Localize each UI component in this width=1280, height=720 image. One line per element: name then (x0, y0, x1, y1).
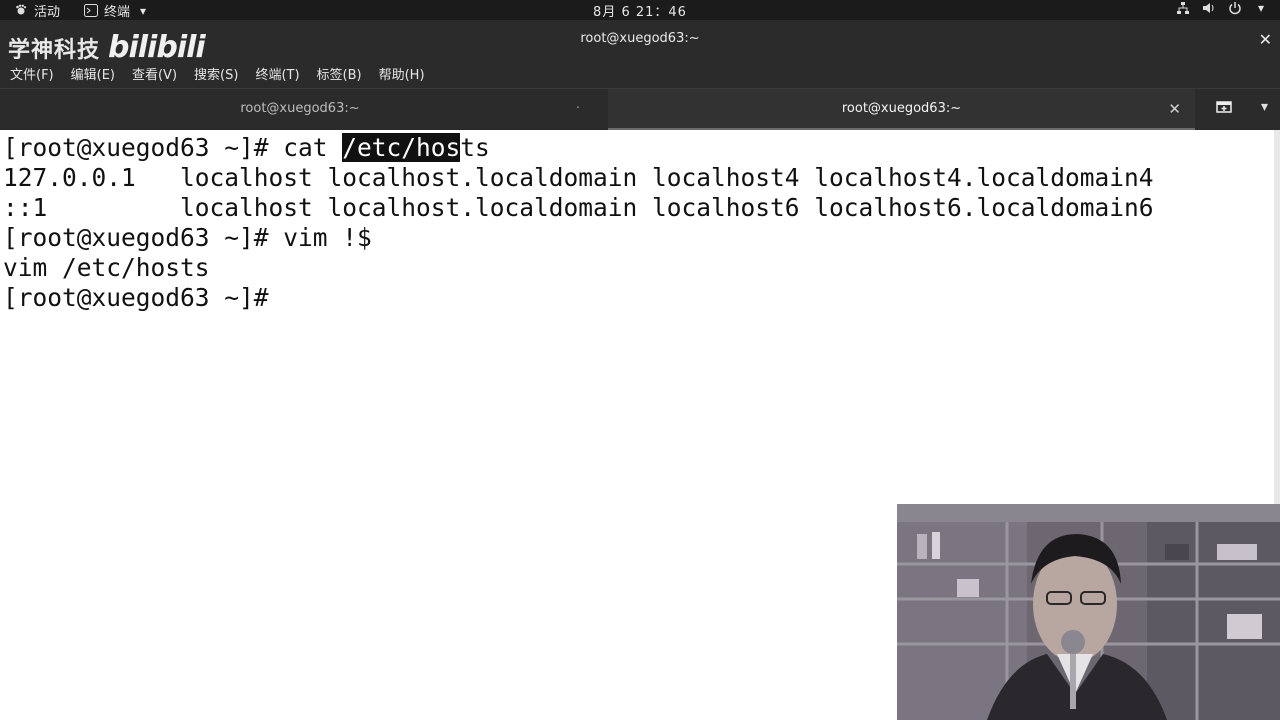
new-tab-icon[interactable] (1216, 99, 1232, 117)
tab-menu-icon[interactable]: ▾ (1261, 99, 1268, 115)
webcam-overlay (897, 504, 1280, 720)
tab-bar: root@xuegod63:~ · root@xuegod63:~ ✕ ▾ (0, 88, 1280, 130)
clock[interactable]: 8月 6 21：46 (0, 1, 1280, 20)
network-icon (1176, 1, 1190, 15)
presenter-video-icon (897, 504, 1280, 720)
close-icon[interactable]: ✕ (1168, 89, 1181, 129)
menu-bar: 文件(F) 编辑(E) 查看(V) 搜索(S) 终端(T) 标签(B) 帮助(H… (0, 64, 1280, 88)
menu-tabs[interactable]: 标签(B) (317, 64, 362, 88)
window-header: 学神科技 bilibili root@xuegod63:~ ✕ (0, 20, 1280, 64)
menu-edit[interactable]: 编辑(E) (71, 64, 115, 88)
tab-terminal-1[interactable]: root@xuegod63:~ · (0, 89, 600, 130)
tab-label: root@xuegod63:~ (240, 101, 360, 116)
terminal-line: [root@xuegod63 ~]# vim !$ (3, 223, 372, 252)
menu-file[interactable]: 文件(F) (10, 64, 54, 88)
menu-terminal[interactable]: 终端(T) (255, 64, 299, 88)
window-title: root@xuegod63:~ (580, 31, 700, 46)
system-top-bar: 活动 终端 ▾ 8月 6 21：46 ▾ (0, 0, 1280, 20)
system-tray[interactable]: ▾ (1176, 1, 1268, 15)
terminal-line: [root@xuegod63 ~]# cat /etc/hosts (3, 133, 490, 162)
scrollbar[interactable] (1274, 130, 1280, 504)
tab-terminal-2[interactable]: root@xuegod63:~ ✕ (608, 89, 1195, 130)
terminal-prompt: [root@xuegod63 ~]# (3, 283, 269, 312)
chevron-down-icon: ▾ (1257, 1, 1265, 15)
menu-help[interactable]: 帮助(H) (379, 64, 425, 88)
text-selection: /etc/hos (342, 133, 461, 162)
terminal-line: ::1 localhost localhost.localdomain loca… (3, 193, 1154, 222)
close-icon[interactable]: · (576, 89, 580, 129)
menu-search[interactable]: 搜索(S) (194, 64, 238, 88)
menu-view[interactable]: 查看(V) (132, 64, 177, 88)
terminal-line: 127.0.0.1 localhost localhost.localdomai… (3, 163, 1154, 192)
tab-label: root@xuegod63:~ (841, 101, 962, 116)
terminal-line: vim /etc/hosts (3, 253, 210, 282)
power-icon (1228, 1, 1242, 15)
volume-icon (1202, 1, 1216, 15)
close-icon[interactable]: ✕ (1259, 30, 1272, 49)
